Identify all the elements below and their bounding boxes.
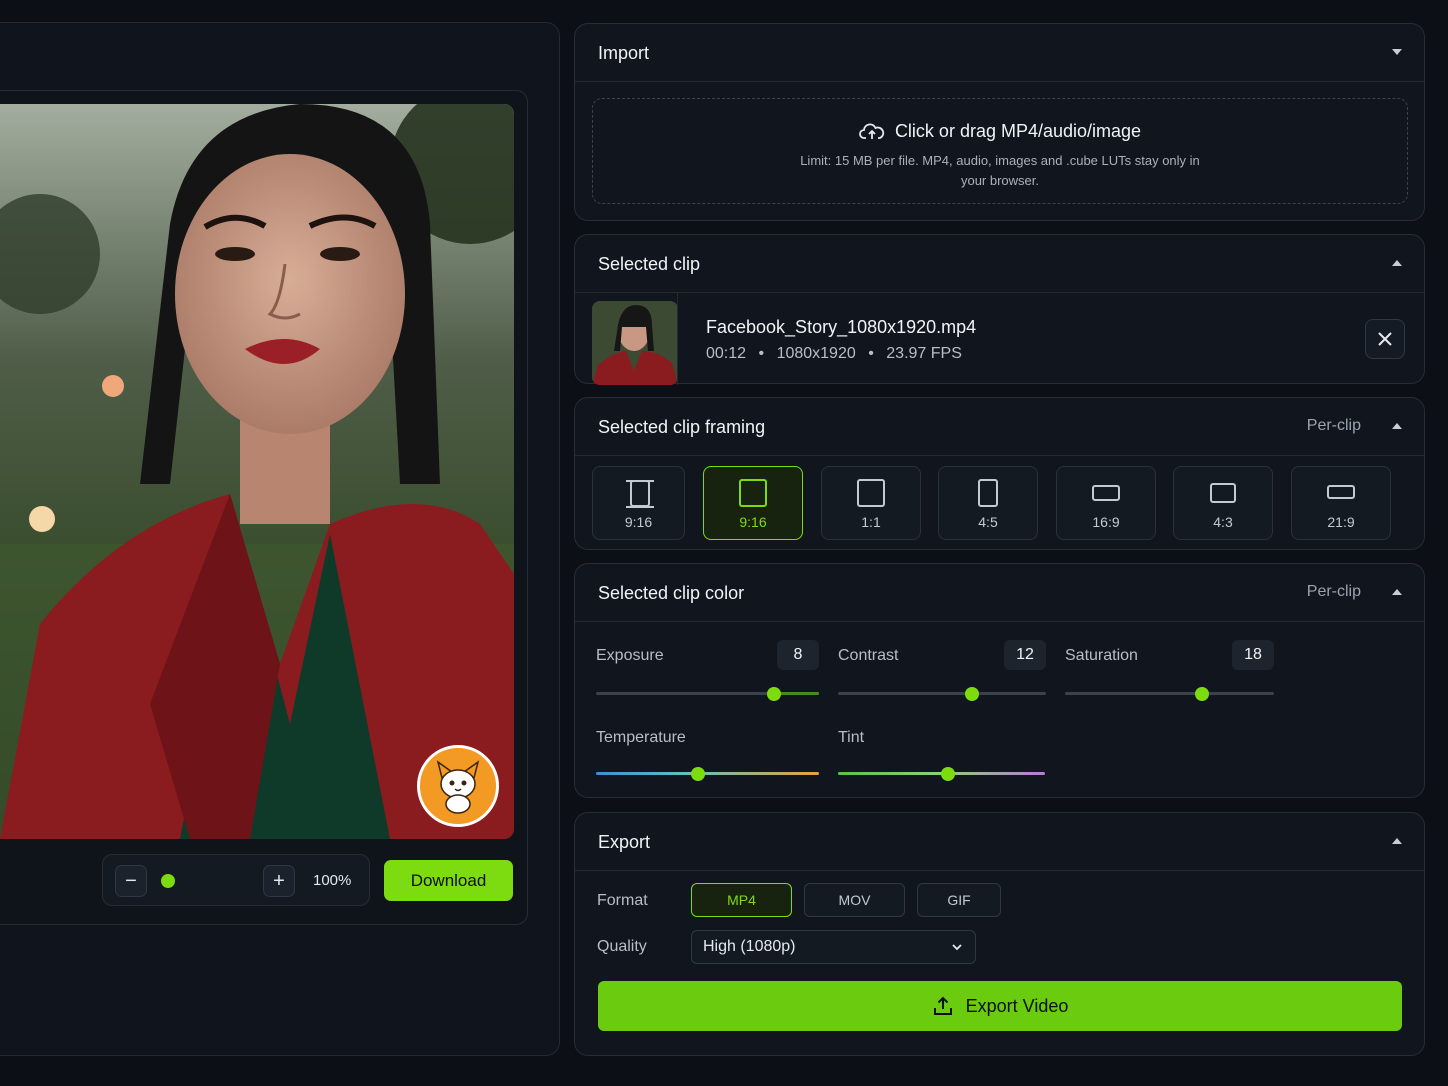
format-option-mov[interactable]: MOV — [804, 883, 905, 917]
upload-icon — [933, 996, 952, 1015]
import-panel: Import Click or drag MP4/audio/image Lim… — [574, 23, 1425, 221]
temperature-label: Temperature — [596, 729, 686, 746]
exposure-value[interactable]: 8 — [777, 640, 819, 670]
ratio-label: 9:16 — [739, 514, 767, 530]
clip-framing-panel: Selected clip framing Per-clip 9:16 9:16… — [574, 397, 1425, 550]
zoom-in-button[interactable]: + — [263, 865, 295, 897]
selected-clip-title: Selected clip — [598, 254, 701, 274]
clip-metadata: 00:12 • 1080x1920 • 23.97 FPS — [706, 345, 962, 363]
format-label: Format — [597, 892, 648, 909]
saturation-slider-track[interactable] — [1065, 692, 1274, 695]
selected-clip-panel: Selected clip Facebook_Story_1080x1920.m… — [574, 234, 1425, 385]
color-title: Selected clip color — [598, 583, 745, 603]
ratio-option-1-1[interactable]: 1:1 — [821, 466, 921, 540]
ratio-label: 9:16 — [624, 514, 653, 530]
fit-frame-icon — [624, 477, 656, 511]
framing-title: Selected clip framing — [598, 417, 766, 437]
meta-separator: • — [868, 345, 874, 362]
ratio-option-16-9[interactable]: 16:9 — [1056, 466, 1156, 540]
export-panel: Export Format MP4 MOV GIF Quality High (… — [574, 812, 1425, 1056]
portrait-icon — [739, 479, 767, 507]
landscape-icon — [1092, 485, 1120, 501]
clip-fps: 23.97 FPS — [886, 345, 962, 362]
preview-image — [0, 104, 514, 839]
ratio-option-fit-9-16[interactable]: 9:16 — [592, 466, 685, 540]
chevron-up-icon[interactable] — [1392, 838, 1402, 844]
import-header[interactable]: Import — [575, 24, 1424, 82]
selected-clip-header[interactable]: Selected clip — [575, 235, 1424, 293]
clip-duration: 00:12 — [706, 345, 747, 362]
clip-divider — [677, 293, 678, 385]
contrast-slider-handle[interactable] — [965, 687, 979, 701]
export-title: Export — [598, 832, 651, 852]
format-option-gif[interactable]: GIF — [917, 883, 1001, 917]
chevron-down-icon — [952, 944, 962, 951]
cloud-upload-icon — [859, 123, 885, 139]
clip-thumbnail — [592, 301, 678, 385]
clip-color-panel: Selected clip color Per-clip Exposure 8 … — [574, 563, 1425, 798]
chevron-down-icon[interactable] — [1392, 49, 1402, 55]
contrast-slider-track[interactable] — [838, 692, 1046, 695]
clip-file-name: Facebook_Story_1080x1920.mp4 — [706, 317, 977, 337]
file-dropzone[interactable]: Click or drag MP4/audio/image Limit: 15 … — [592, 98, 1408, 204]
ratio-option-21-9[interactable]: 21:9 — [1291, 466, 1391, 540]
saturation-slider-handle[interactable] — [1195, 687, 1209, 701]
quality-label: Quality — [597, 938, 647, 955]
clip-resolution: 1080x1920 — [776, 345, 856, 362]
exposure-label: Exposure — [596, 647, 664, 664]
tint-label: Tint — [838, 729, 865, 746]
quality-selected-value: High (1080p) — [703, 938, 796, 955]
ultrawide-icon — [1327, 485, 1355, 499]
dropzone-subtitle: Limit: 15 MB per file. MP4, audio, image… — [800, 153, 1200, 188]
close-icon — [1378, 332, 1392, 346]
color-header[interactable]: Selected clip color Per-clip — [575, 564, 1424, 622]
export-video-label: Export Video — [965, 995, 1069, 1016]
ratio-option-4-5[interactable]: 4:5 — [938, 466, 1038, 540]
temperature-slider-handle[interactable] — [691, 767, 705, 781]
landscape-standard-icon — [1210, 483, 1236, 503]
contrast-value[interactable]: 12 — [1004, 640, 1046, 670]
zoom-level: 100% — [313, 872, 352, 889]
framing-scope: Per-clip — [1306, 417, 1361, 434]
download-button[interactable]: Download — [384, 860, 513, 901]
export-header[interactable]: Export — [575, 813, 1424, 871]
framing-header[interactable]: Selected clip framing Per-clip — [575, 398, 1424, 456]
quality-select[interactable]: High (1080p) — [691, 930, 976, 964]
saturation-label: Saturation — [1065, 647, 1138, 664]
chevron-up-icon[interactable] — [1392, 260, 1402, 266]
chevron-up-icon[interactable] — [1392, 423, 1402, 429]
ratio-label: 21:9 — [1327, 514, 1355, 530]
ratio-label: 16:9 — [1092, 514, 1120, 530]
cat-mascot-icon — [417, 745, 499, 827]
ratio-label: 1:1 — [861, 514, 881, 530]
meta-separator: • — [758, 345, 765, 362]
import-title: Import — [598, 43, 650, 63]
ratio-option-9-16[interactable]: 9:16 — [703, 466, 803, 540]
zoom-control: − + 100% — [102, 854, 370, 906]
color-scope: Per-clip — [1306, 583, 1361, 600]
exposure-slider-handle[interactable] — [767, 687, 781, 701]
tint-slider-handle[interactable] — [941, 767, 955, 781]
ratio-label: 4:3 — [1213, 514, 1233, 530]
saturation-value[interactable]: 18 — [1232, 640, 1274, 670]
temperature-slider-track[interactable] — [596, 772, 819, 775]
zoom-out-button[interactable]: − — [115, 865, 147, 897]
portrait-narrow-icon — [978, 479, 998, 507]
dropzone-title: Click or drag MP4/audio/image — [894, 121, 1142, 141]
zoom-slider-handle[interactable] — [161, 874, 175, 888]
square-icon — [857, 479, 885, 507]
contrast-label: Contrast — [838, 647, 899, 664]
ratio-label: 4:5 — [978, 514, 998, 530]
ratio-option-4-3[interactable]: 4:3 — [1173, 466, 1273, 540]
format-option-mp4[interactable]: MP4 — [691, 883, 792, 917]
export-video-button[interactable]: Export Video — [598, 981, 1402, 1031]
chevron-up-icon[interactable] — [1392, 589, 1402, 595]
remove-clip-button[interactable] — [1365, 319, 1405, 359]
